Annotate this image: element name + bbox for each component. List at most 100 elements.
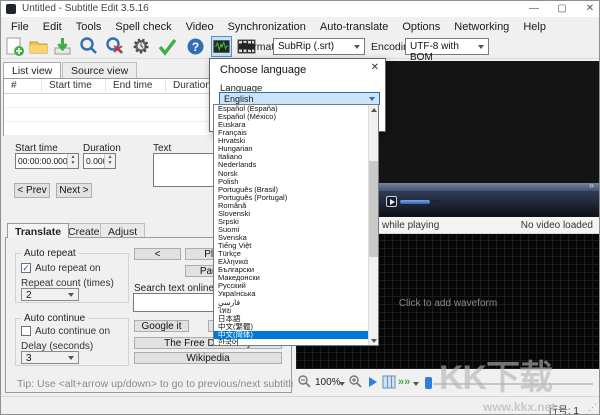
language-option[interactable]: 中文(繁體) [214,323,369,331]
language-option[interactable]: Русский [214,282,369,290]
waveform-play-icon[interactable] [369,377,377,387]
maximize-button[interactable]: ▢ [551,1,573,16]
resize-grip-icon[interactable]: ⋰ [588,402,597,413]
dropdown-scrollbar[interactable] [368,105,378,345]
language-selected-value: English [224,94,254,104]
auto-continue-group: Auto continue Auto continue on Delay (se… [15,318,129,366]
save-icon[interactable] [52,36,73,57]
menu-item[interactable]: Tools [69,19,109,33]
language-option[interactable]: Norsk [214,170,369,178]
language-option[interactable]: Srpski [214,218,369,226]
language-option[interactable]: Türkçe [214,250,369,258]
tab-adjust[interactable]: Adjust [100,223,145,238]
duration-spinner[interactable]: 0.000▲▼ [83,153,116,169]
waveform-toggle-icon[interactable] [211,36,232,57]
replace-icon[interactable] [104,36,125,57]
format-combobox[interactable]: SubRip (.srt) [273,38,365,55]
column-header[interactable]: End time [106,79,166,94]
language-option[interactable]: Ελληνικά [214,258,369,266]
google-it-button[interactable]: Google it [134,320,189,332]
menu-item[interactable]: Networking [447,19,516,33]
language-option[interactable]: 한국어 [214,339,369,346]
language-option[interactable]: Português (Brasil) [214,186,369,194]
language-option[interactable]: Български [214,266,369,274]
chevron-down-icon [68,293,74,297]
repeat-count-value: 2 [26,290,32,301]
delay-combobox[interactable]: 3 [21,351,79,364]
language-dropdown: Español (España)Español (México)EuskaraF… [213,104,379,346]
language-option[interactable]: Italiano [214,153,369,161]
tab-translate[interactable]: Translate [7,223,69,238]
language-option[interactable]: 日本語 [214,315,369,323]
scroll-down-icon[interactable] [369,336,379,345]
prev-button[interactable]: < Prev [14,183,50,198]
auto-repeat-checkbox[interactable]: ✓ [21,263,31,273]
find-icon[interactable] [78,36,99,57]
language-option[interactable]: Français [214,129,369,137]
menu-item[interactable]: Video [179,19,221,33]
encoding-combobox[interactable]: UTF-8 with BOM [405,38,489,55]
spinner-arrows-icon[interactable]: ▲▼ [104,154,115,168]
next-button[interactable]: Next > [56,183,92,198]
scroll-up-icon[interactable] [369,105,379,114]
volume-slider-track[interactable] [430,200,442,204]
language-option[interactable]: فارسي [214,299,369,307]
language-option[interactable]: Română [214,202,369,210]
auto-continue-checkbox[interactable] [21,326,31,336]
back-button[interactable]: < [134,248,181,260]
column-header[interactable]: Start time [42,79,106,94]
spell-check-icon[interactable] [157,36,178,57]
minimize-button[interactable]: — [523,1,545,16]
repeat-count-combobox[interactable]: 2 [21,288,79,301]
zoom-out-icon[interactable] [297,374,312,389]
language-option[interactable]: Euskara [214,121,369,129]
language-option[interactable]: Svenska [214,234,369,242]
menu-item[interactable]: Synchronization [221,19,313,33]
playback-speed-icon[interactable]: »» [398,376,410,388]
menu-item[interactable]: File [4,19,36,33]
open-folder-icon[interactable] [28,36,49,57]
language-option[interactable]: Suomi [214,226,369,234]
menu-item[interactable]: Auto-translate [313,19,395,33]
play-icon[interactable] [386,196,397,207]
volume-slider[interactable] [400,200,430,204]
language-option[interactable]: Hrvatski [214,137,369,145]
status-bar: 行号: 1 ⋰ [1,396,600,415]
menu-item[interactable]: Help [516,19,553,33]
language-option[interactable]: Slovenski [214,210,369,218]
language-option[interactable]: Español (México) [214,113,369,121]
language-option[interactable]: ไทย [214,307,369,315]
new-file-icon[interactable] [4,36,25,57]
menu-item[interactable]: Edit [36,19,69,33]
zoom-dropdown-icon[interactable] [339,382,345,386]
menu-item[interactable]: Spell check [108,19,178,33]
language-option[interactable]: Tiếng Việt [214,242,369,250]
help-icon[interactable]: ? [185,36,206,57]
fast-forward-icon[interactable]: » [589,180,594,190]
format-label: Format [241,41,274,53]
language-option[interactable]: Português (Portugal) [214,194,369,202]
tab-list-view[interactable]: List view [3,62,61,78]
column-header[interactable]: # [4,79,42,94]
menu-item[interactable]: Options [395,19,447,33]
language-option[interactable]: Español (España) [214,105,369,113]
language-option[interactable]: Hungarian [214,145,369,153]
settings-icon[interactable] [131,36,152,57]
close-button[interactable]: ✕ [579,1,600,16]
zoom-in-icon[interactable] [348,374,363,389]
language-option[interactable]: Українська [214,290,369,298]
position-slider-thumb[interactable] [425,377,432,389]
grid-view-icon[interactable] [382,375,396,389]
speed-dropdown-icon[interactable] [413,382,419,386]
language-option[interactable]: Nederlands [214,161,369,169]
language-option[interactable]: Polish [214,178,369,186]
language-option[interactable]: 中文(简体) [214,331,369,339]
start-time-spinner[interactable]: 00:00:00.000▲▼ [15,153,79,169]
wikipedia-button[interactable]: Wikipedia [134,352,282,364]
spinner-arrows-icon[interactable]: ▲▼ [67,154,78,168]
position-slider-track[interactable] [433,383,593,385]
dialog-close-icon[interactable]: ✕ [371,62,379,73]
language-option[interactable]: Македонски [214,274,369,282]
scrollbar-thumb[interactable] [369,161,379,257]
tab-source-view[interactable]: Source view [62,62,137,78]
